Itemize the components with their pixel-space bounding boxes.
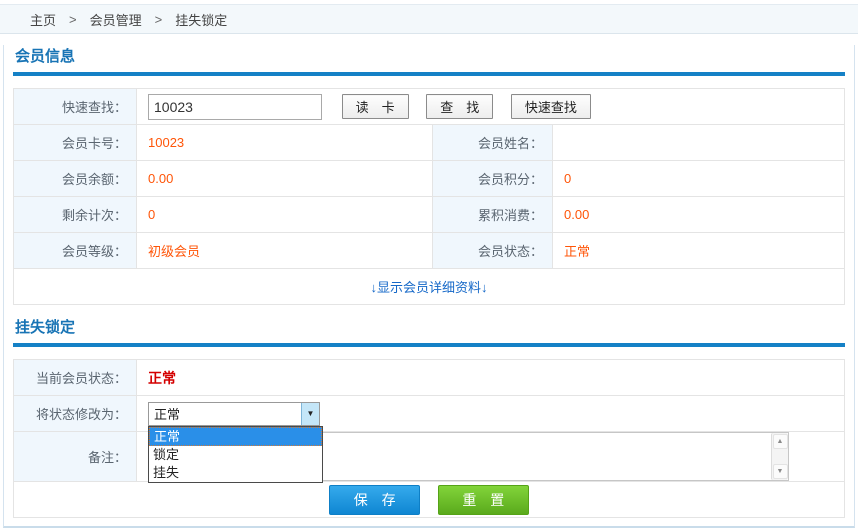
- scroll-down-icon[interactable]: ▼: [773, 464, 788, 479]
- remaining-times-value: 0: [137, 197, 433, 233]
- textarea-scrollbar[interactable]: ▲ ▼: [771, 433, 788, 480]
- breadcrumb-home[interactable]: 主页: [30, 10, 56, 29]
- status-option-normal[interactable]: 正常: [149, 427, 322, 446]
- quick-search-label: 快速查找：: [14, 89, 137, 125]
- member-info-table: 快速查找： 读 卡 查 找 快速查找 会员卡号： 10023 会员姓名： 会员余…: [13, 88, 845, 305]
- points-label: 会员积分：: [433, 161, 553, 197]
- member-level-label: 会员等级：: [14, 233, 137, 269]
- balance-label: 会员余额：: [14, 161, 137, 197]
- table-row: 会员卡号： 10023 会员姓名：: [14, 125, 845, 161]
- quick-search-input[interactable]: [148, 94, 322, 120]
- status-option-locked[interactable]: 锁定: [149, 446, 322, 464]
- points-value: 0: [553, 161, 845, 197]
- action-buttons-row: 保 存 重 置: [14, 482, 845, 518]
- member-name-label: 会员姓名：: [433, 125, 553, 161]
- lock-section-title: 挂失锁定: [15, 316, 845, 337]
- current-status-label: 当前会员状态：: [14, 360, 137, 396]
- card-number-value: 10023: [137, 125, 433, 161]
- search-button[interactable]: 查 找: [426, 94, 493, 119]
- lock-table: 当前会员状态： 正常 将状态修改为： 正常 ▼ 正常 锁定 挂失 备注：: [13, 359, 845, 518]
- read-card-button[interactable]: 读 卡: [342, 94, 409, 119]
- show-member-details-link[interactable]: ↓显示会员详细资料↓: [370, 280, 487, 295]
- quick-find-button[interactable]: 快速查找: [511, 94, 591, 119]
- member-level-value: 初级会员: [137, 233, 433, 269]
- breadcrumb-separator: >: [69, 12, 77, 27]
- save-button[interactable]: 保 存: [329, 485, 420, 515]
- breadcrumb-member-management[interactable]: 会员管理: [90, 10, 142, 29]
- current-status-row: 当前会员状态： 正常: [14, 360, 845, 396]
- breadcrumb-separator: >: [155, 12, 163, 27]
- details-link-row: ↓显示会员详细资料↓: [14, 269, 845, 305]
- member-status-value: 正常: [553, 233, 845, 269]
- member-name-value: [553, 125, 845, 161]
- current-status-value: 正常: [148, 370, 176, 386]
- breadcrumb: 主页 > 会员管理 > 挂失锁定: [0, 4, 858, 34]
- change-status-row: 将状态修改为： 正常 ▼ 正常 锁定 挂失: [14, 396, 845, 432]
- section-divider: [13, 343, 845, 347]
- member-status-label: 会员状态：: [433, 233, 553, 269]
- table-row: 会员等级： 初级会员 会员状态： 正常: [14, 233, 845, 269]
- change-status-label: 将状态修改为：: [14, 396, 137, 432]
- breadcrumb-current-page: 挂失锁定: [175, 10, 227, 29]
- card-number-label: 会员卡号：: [14, 125, 137, 161]
- section-divider: [13, 72, 845, 76]
- total-consumption-label: 累积消费：: [433, 197, 553, 233]
- status-select-value: 正常: [149, 404, 301, 423]
- status-select[interactable]: 正常 ▼: [148, 402, 320, 426]
- dropdown-arrow-icon[interactable]: ▼: [301, 403, 319, 425]
- table-row: 会员余额： 0.00 会员积分： 0: [14, 161, 845, 197]
- page-container: 会员信息 快速查找： 读 卡 查 找 快速查找 会员卡号： 10023 会员姓名…: [3, 45, 855, 528]
- total-consumption-value: 0.00: [553, 197, 845, 233]
- table-row: 剩余计次： 0 累积消费： 0.00: [14, 197, 845, 233]
- reset-button[interactable]: 重 置: [438, 485, 529, 515]
- scroll-up-icon[interactable]: ▲: [773, 434, 788, 449]
- remark-row: 备注： ▲ ▼: [14, 432, 845, 482]
- member-info-section-title: 会员信息: [15, 45, 845, 66]
- remark-label: 备注：: [14, 432, 137, 482]
- balance-value: 0.00: [137, 161, 433, 197]
- quick-search-row: 快速查找： 读 卡 查 找 快速查找: [14, 89, 845, 125]
- status-option-lost[interactable]: 挂失: [149, 464, 322, 482]
- status-dropdown-list: 正常 锁定 挂失: [148, 426, 323, 483]
- remaining-times-label: 剩余计次：: [14, 197, 137, 233]
